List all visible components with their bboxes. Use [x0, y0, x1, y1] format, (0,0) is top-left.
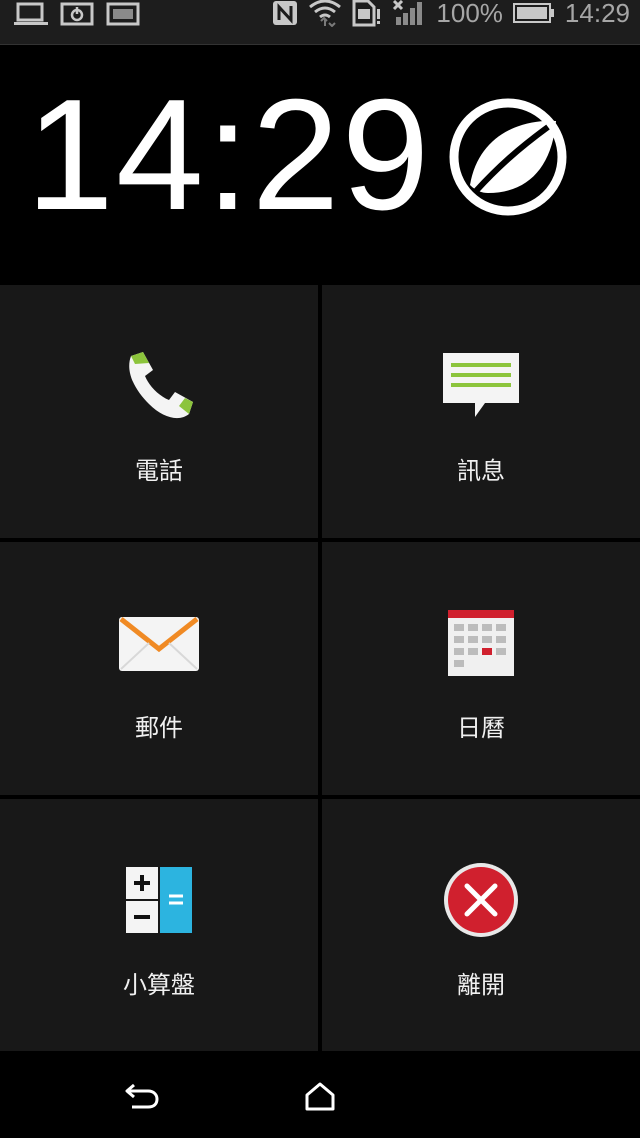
- app-grid: 電話 訊息 郵件 日曆 小算盤 離開: [0, 285, 640, 1051]
- sim-alert-icon: [352, 0, 382, 27]
- tile-messages[interactable]: 訊息: [322, 285, 640, 538]
- calendar-icon: [436, 598, 526, 688]
- tile-label: 訊息: [457, 457, 505, 485]
- tile-label: 郵件: [135, 714, 183, 742]
- status-bar-left: [14, 2, 140, 26]
- tile-calculator[interactable]: 小算盤: [0, 799, 318, 1051]
- tile-exit[interactable]: 離開: [322, 799, 640, 1051]
- clock-header: 14:29: [0, 45, 640, 285]
- phone-icon: [114, 341, 204, 431]
- screenshot-icon: [106, 2, 140, 26]
- nfc-icon: [272, 0, 298, 26]
- home-icon[interactable]: [300, 1076, 340, 1116]
- exit-icon: [436, 855, 526, 945]
- message-icon: [436, 341, 526, 431]
- battery-percent: 100%: [436, 0, 503, 28]
- wifi-icon: [308, 0, 342, 27]
- mail-icon: [114, 598, 204, 688]
- status-bar: 100% 14:29: [0, 0, 640, 45]
- back-icon[interactable]: [122, 1076, 162, 1116]
- tile-phone[interactable]: 電話: [0, 285, 318, 538]
- calculator-icon: [114, 855, 204, 945]
- nav-bar: [0, 1052, 640, 1138]
- status-bar-right: 100% 14:29: [272, 0, 630, 28]
- leaf-logo-icon: [448, 97, 568, 221]
- tile-mail[interactable]: 郵件: [0, 542, 318, 795]
- laptop-icon: [14, 2, 48, 26]
- signal-icon: [392, 0, 426, 27]
- battery-icon: [512, 1, 555, 25]
- tile-label: 日曆: [457, 714, 505, 742]
- tile-label: 小算盤: [123, 971, 195, 999]
- power-save-icon: [60, 2, 94, 26]
- status-time: 14:29: [564, 0, 630, 28]
- big-clock: 14:29: [26, 67, 432, 243]
- tile-label: 離開: [457, 971, 505, 999]
- tile-label: 電話: [135, 457, 183, 485]
- tile-calendar[interactable]: 日曆: [322, 542, 640, 795]
